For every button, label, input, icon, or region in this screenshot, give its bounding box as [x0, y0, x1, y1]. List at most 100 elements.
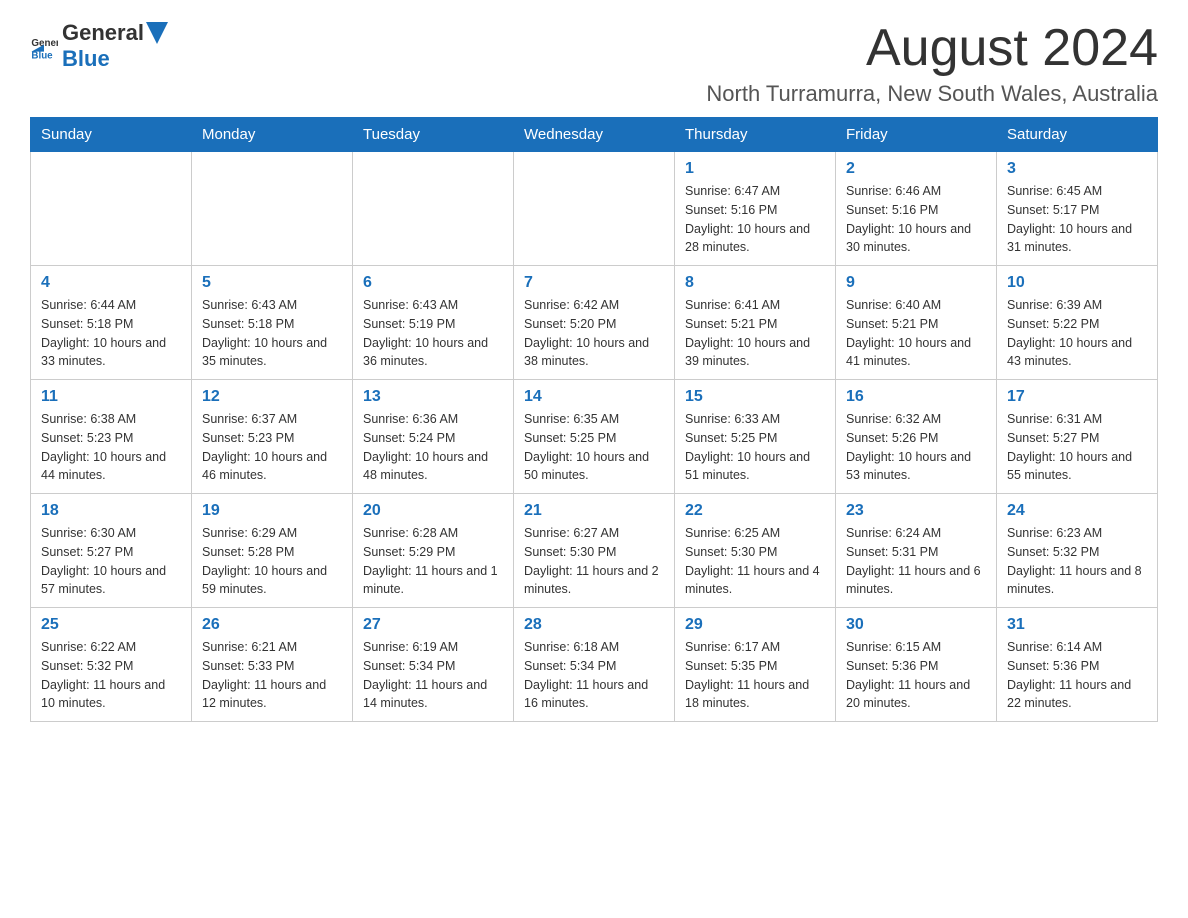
- day-number-28: 28: [524, 616, 664, 634]
- day-number-19: 19: [202, 502, 342, 520]
- calendar-cell-w2-d6: 10Sunrise: 6:39 AM Sunset: 5:22 PM Dayli…: [997, 266, 1158, 380]
- day-info-10: Sunrise: 6:39 AM Sunset: 5:22 PM Dayligh…: [1007, 296, 1147, 371]
- day-number-3: 3: [1007, 160, 1147, 178]
- day-info-19: Sunrise: 6:29 AM Sunset: 5:28 PM Dayligh…: [202, 524, 342, 599]
- day-info-2: Sunrise: 6:46 AM Sunset: 5:16 PM Dayligh…: [846, 182, 986, 257]
- day-number-1: 1: [685, 160, 825, 178]
- week-row-4: 18Sunrise: 6:30 AM Sunset: 5:27 PM Dayli…: [31, 494, 1158, 608]
- day-number-2: 2: [846, 160, 986, 178]
- calendar-cell-w3-d2: 13Sunrise: 6:36 AM Sunset: 5:24 PM Dayli…: [353, 380, 514, 494]
- title-block: August 2024 North Turramurra, New South …: [706, 20, 1158, 107]
- day-info-30: Sunrise: 6:15 AM Sunset: 5:36 PM Dayligh…: [846, 638, 986, 713]
- day-info-6: Sunrise: 6:43 AM Sunset: 5:19 PM Dayligh…: [363, 296, 503, 371]
- week-row-2: 4Sunrise: 6:44 AM Sunset: 5:18 PM Daylig…: [31, 266, 1158, 380]
- calendar-cell-w3-d1: 12Sunrise: 6:37 AM Sunset: 5:23 PM Dayli…: [192, 380, 353, 494]
- calendar-cell-w2-d4: 8 Sunrise: 6:41 AM Sunset: 5:21 PM Daylig…: [675, 266, 836, 380]
- day-info-20: Sunrise: 6:28 AM Sunset: 5:29 PM Dayligh…: [363, 524, 503, 599]
- calendar-cell-w3-d3: 14Sunrise: 6:35 AM Sunset: 5:25 PM Dayli…: [514, 380, 675, 494]
- day-info-3: Sunrise: 6:45 AM Sunset: 5:17 PM Dayligh…: [1007, 182, 1147, 257]
- calendar-cell-w1-d0: [31, 152, 192, 266]
- calendar-cell-w4-d4: 22Sunrise: 6:25 AM Sunset: 5:30 PM Dayli…: [675, 494, 836, 608]
- calendar-cell-w4-d6: 24Sunrise: 6:23 AM Sunset: 5:32 PM Dayli…: [997, 494, 1158, 608]
- day-info-29: Sunrise: 6:17 AM Sunset: 5:35 PM Dayligh…: [685, 638, 825, 713]
- calendar-cell-w4-d2: 20 Sunrise: 6:28 AM Sunset: 5:29 PM Dayli…: [353, 494, 514, 608]
- day-number-26: 26: [202, 616, 342, 634]
- day-number-17: 17: [1007, 388, 1147, 406]
- weekday-header-sunday: Sunday: [31, 118, 192, 152]
- day-number-6: 6: [363, 274, 503, 292]
- day-info-21: Sunrise: 6:27 AM Sunset: 5:30 PM Dayligh…: [524, 524, 664, 599]
- day-info-14: Sunrise: 6:35 AM Sunset: 5:25 PM Dayligh…: [524, 410, 664, 485]
- calendar-cell-w5-d1: 26 Sunrise: 6:21 AM Sunset: 5:33 PM Dayli…: [192, 608, 353, 722]
- day-info-11: Sunrise: 6:38 AM Sunset: 5:23 PM Dayligh…: [41, 410, 181, 485]
- day-number-11: 11: [41, 388, 181, 406]
- day-info-28: Sunrise: 6:18 AM Sunset: 5:34 PM Dayligh…: [524, 638, 664, 713]
- day-info-26: Sunrise: 6:21 AM Sunset: 5:33 PM Dayligh…: [202, 638, 342, 713]
- day-info-5: Sunrise: 6:43 AM Sunset: 5:18 PM Dayligh…: [202, 296, 342, 371]
- calendar-cell-w1-d2: [353, 152, 514, 266]
- weekday-header-friday: Friday: [836, 118, 997, 152]
- day-info-1: Sunrise: 6:47 AM Sunset: 5:16 PM Dayligh…: [685, 182, 825, 257]
- weekday-header-thursday: Thursday: [675, 118, 836, 152]
- calendar-table: SundayMondayTuesdayWednesdayThursdayFrid…: [30, 117, 1158, 722]
- calendar-cell-w1-d4: 1 Sunrise: 6:47 AM Sunset: 5:16 PM Daylig…: [675, 152, 836, 266]
- weekday-header-monday: Monday: [192, 118, 353, 152]
- calendar-body: 1 Sunrise: 6:47 AM Sunset: 5:16 PM Daylig…: [31, 152, 1158, 722]
- logo: General Blue General Blue: [30, 20, 168, 72]
- day-number-23: 23: [846, 502, 986, 520]
- day-info-16: Sunrise: 6:32 AM Sunset: 5:26 PM Dayligh…: [846, 410, 986, 485]
- calendar-cell-w1-d1: [192, 152, 353, 266]
- calendar-cell-w3-d5: 16 Sunrise: 6:32 AM Sunset: 5:26 PM Dayli…: [836, 380, 997, 494]
- day-info-27: Sunrise: 6:19 AM Sunset: 5:34 PM Dayligh…: [363, 638, 503, 713]
- weekday-header-saturday: Saturday: [997, 118, 1158, 152]
- calendar-cell-w2-d5: 9Sunrise: 6:40 AM Sunset: 5:21 PM Daylig…: [836, 266, 997, 380]
- logo-text-blue: Blue: [62, 46, 110, 71]
- day-number-15: 15: [685, 388, 825, 406]
- svg-text:Blue: Blue: [31, 51, 53, 60]
- weekday-header-tuesday: Tuesday: [353, 118, 514, 152]
- day-number-18: 18: [41, 502, 181, 520]
- day-number-29: 29: [685, 616, 825, 634]
- calendar-cell-w1-d6: 3 Sunrise: 6:45 AM Sunset: 5:17 PM Daylig…: [997, 152, 1158, 266]
- calendar-header: SundayMondayTuesdayWednesdayThursdayFrid…: [31, 118, 1158, 152]
- calendar-cell-w5-d4: 29 Sunrise: 6:17 AM Sunset: 5:35 PM Dayli…: [675, 608, 836, 722]
- calendar-cell-w4-d1: 19 Sunrise: 6:29 AM Sunset: 5:28 PM Dayli…: [192, 494, 353, 608]
- day-number-16: 16: [846, 388, 986, 406]
- calendar-cell-w2-d3: 7 Sunrise: 6:42 AM Sunset: 5:20 PM Daylig…: [514, 266, 675, 380]
- page-header: General Blue General Blue August 2024 No…: [30, 20, 1158, 107]
- calendar-cell-w4-d3: 21Sunrise: 6:27 AM Sunset: 5:30 PM Dayli…: [514, 494, 675, 608]
- day-number-8: 8: [685, 274, 825, 292]
- day-info-8: Sunrise: 6:41 AM Sunset: 5:21 PM Dayligh…: [685, 296, 825, 371]
- day-number-13: 13: [363, 388, 503, 406]
- calendar-cell-w2-d2: 6 Sunrise: 6:43 AM Sunset: 5:19 PM Daylig…: [353, 266, 514, 380]
- day-info-31: Sunrise: 6:14 AM Sunset: 5:36 PM Dayligh…: [1007, 638, 1147, 713]
- day-number-25: 25: [41, 616, 181, 634]
- logo-triangle-icon: [146, 22, 168, 44]
- day-number-7: 7: [524, 274, 664, 292]
- svg-text:General: General: [31, 38, 58, 49]
- day-number-4: 4: [41, 274, 181, 292]
- week-row-3: 11 Sunrise: 6:38 AM Sunset: 5:23 PM Dayli…: [31, 380, 1158, 494]
- day-number-20: 20: [363, 502, 503, 520]
- calendar-cell-w5-d3: 28 Sunrise: 6:18 AM Sunset: 5:34 PM Dayli…: [514, 608, 675, 722]
- calendar-cell-w3-d0: 11 Sunrise: 6:38 AM Sunset: 5:23 PM Dayli…: [31, 380, 192, 494]
- month-title: August 2024: [706, 20, 1158, 77]
- calendar-cell-w5-d5: 30Sunrise: 6:15 AM Sunset: 5:36 PM Dayli…: [836, 608, 997, 722]
- location-title: North Turramurra, New South Wales, Austr…: [706, 81, 1158, 107]
- day-info-9: Sunrise: 6:40 AM Sunset: 5:21 PM Dayligh…: [846, 296, 986, 371]
- logo-icon: General Blue: [30, 32, 58, 60]
- calendar-cell-w5-d6: 31 Sunrise: 6:14 AM Sunset: 5:36 PM Dayli…: [997, 608, 1158, 722]
- day-info-12: Sunrise: 6:37 AM Sunset: 5:23 PM Dayligh…: [202, 410, 342, 485]
- day-info-7: Sunrise: 6:42 AM Sunset: 5:20 PM Dayligh…: [524, 296, 664, 371]
- week-row-5: 25 Sunrise: 6:22 AM Sunset: 5:32 PM Dayli…: [31, 608, 1158, 722]
- calendar-cell-w2-d0: 4Sunrise: 6:44 AM Sunset: 5:18 PM Daylig…: [31, 266, 192, 380]
- calendar-cell-w1-d5: 2 Sunrise: 6:46 AM Sunset: 5:16 PM Daylig…: [836, 152, 997, 266]
- calendar-cell-w3-d6: 17Sunrise: 6:31 AM Sunset: 5:27 PM Dayli…: [997, 380, 1158, 494]
- calendar-cell-w4-d5: 23Sunrise: 6:24 AM Sunset: 5:31 PM Dayli…: [836, 494, 997, 608]
- calendar-cell-w4-d0: 18Sunrise: 6:30 AM Sunset: 5:27 PM Dayli…: [31, 494, 192, 608]
- day-number-31: 31: [1007, 616, 1147, 634]
- weekday-header-row: SundayMondayTuesdayWednesdayThursdayFrid…: [31, 118, 1158, 152]
- weekday-header-wednesday: Wednesday: [514, 118, 675, 152]
- day-info-25: Sunrise: 6:22 AM Sunset: 5:32 PM Dayligh…: [41, 638, 181, 713]
- calendar-cell-w5-d0: 25 Sunrise: 6:22 AM Sunset: 5:32 PM Dayli…: [31, 608, 192, 722]
